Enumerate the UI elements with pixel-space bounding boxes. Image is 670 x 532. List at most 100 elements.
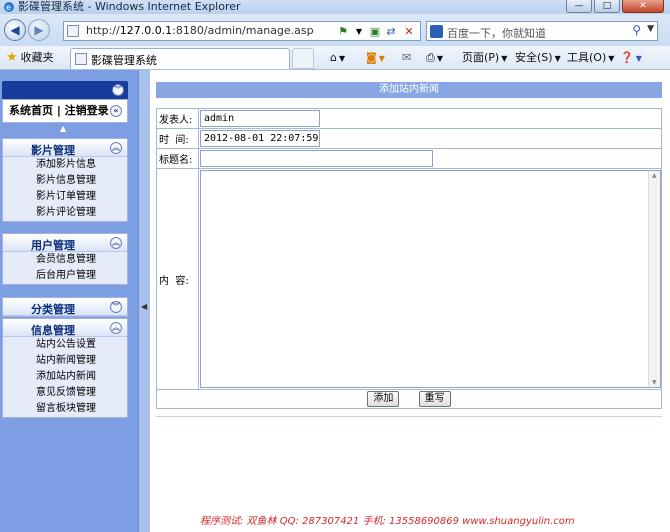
collapse-arrow-icon[interactable]: ◀ xyxy=(141,302,147,311)
form-buttons: 添加 重写 xyxy=(156,389,662,409)
tools-menu-label: 工具(O) xyxy=(567,51,607,64)
sidebar-nav-links[interactable]: 系统首页 | 注销登录 « xyxy=(2,99,128,123)
sidebar-splitter[interactable]: ◀ xyxy=(138,70,150,532)
search-dropdown-icon[interactable]: ▼ xyxy=(647,24,654,34)
menu-item[interactable]: 留言板块管理 xyxy=(3,401,127,417)
chevron-double-up-icon[interactable]: ︽ xyxy=(110,237,122,249)
news-form: 发表人: admin 时 间: 2012-08-01 22:07:59 标题名:… xyxy=(156,108,662,409)
page-menu[interactable]: 页面(P) ▼ xyxy=(462,50,507,67)
minimize-button[interactable]: — xyxy=(566,0,592,13)
menu-group-categories: 分类管理 ︾ xyxy=(2,297,128,317)
menu-item[interactable]: 站内公告设置 xyxy=(3,337,127,353)
menu-item[interactable]: 影片信息管理 xyxy=(3,173,127,189)
footer-credits: 程序测试: 双鱼林 QQ: 287307421 手机: 13558690869 … xyxy=(200,516,575,527)
textarea-scrollbar[interactable]: ▲ ▼ xyxy=(648,171,660,387)
search-icon[interactable]: ⚲ xyxy=(632,23,641,37)
tools-menu[interactable]: 工具(O) ▼ xyxy=(567,50,614,67)
back-button[interactable]: ◀ xyxy=(4,19,26,41)
svg-text:e: e xyxy=(6,3,11,12)
menu-item[interactable]: 后台用户管理 xyxy=(3,268,127,284)
scroll-up-icon[interactable]: ▲ xyxy=(652,172,657,179)
menu-item[interactable]: 会员信息管理 xyxy=(3,252,127,268)
publisher-input[interactable]: admin xyxy=(200,110,320,127)
refresh-icon[interactable]: ⇄ xyxy=(384,25,398,39)
menu-item[interactable]: 影片评论管理 xyxy=(3,205,127,221)
browser-tab[interactable]: 影碟管理系统 xyxy=(70,48,290,69)
maximize-button[interactable]: □ xyxy=(594,0,620,13)
page-content: ︾ 系统首页 | 注销登录 « ▲ 影片管理 ︽ 添加影片信息 影片信息管理 影… xyxy=(0,70,670,532)
chevron-double-up-icon[interactable]: ︽ xyxy=(110,322,122,334)
search-placeholder: 百度一下，你就知道 xyxy=(447,27,546,40)
help-button[interactable]: ❓ ▼ xyxy=(620,50,642,67)
window-titlebar: e 影碟管理系统 - Windows Internet Explorer — □… xyxy=(0,0,670,14)
menu-group-info: 信息管理 ︽ 站内公告设置 站内新闻管理 添加站内新闻 意见反馈管理 留言板块管… xyxy=(2,318,128,418)
publisher-label: 发表人: xyxy=(156,108,199,129)
address-toolbar: ◀ ▶ http://127.0.0.1:8180/admin/manage.a… xyxy=(0,14,670,46)
mail-icon: ✉ xyxy=(402,51,412,64)
address-bar[interactable]: http://127.0.0.1:8180/admin/manage.asp ⚑… xyxy=(63,21,421,41)
menu-item[interactable]: 影片订单管理 xyxy=(3,189,127,205)
search-box[interactable]: 百度一下，你就知道 ⚲ ▼ xyxy=(426,21,658,41)
rss-icon: ◙ xyxy=(366,51,377,64)
window-title: 影碟管理系统 - Windows Internet Explorer xyxy=(18,0,241,13)
group-title: 分类管理 xyxy=(31,303,75,316)
menu-item[interactable]: 意见反馈管理 xyxy=(3,385,127,401)
safety-menu[interactable]: 安全(S) ▼ xyxy=(515,50,561,67)
group-title: 信息管理 xyxy=(31,324,75,337)
page-icon xyxy=(67,25,79,37)
home-icon: ⌂ xyxy=(330,51,337,64)
new-tab-button[interactable] xyxy=(292,48,314,69)
menu-item[interactable]: 添加站内新闻 xyxy=(3,369,127,385)
chevron-double-up-icon[interactable]: ︽ xyxy=(110,142,122,154)
chevron-double-down-icon[interactable]: ︾ xyxy=(110,301,122,313)
print-icon: ⎙ xyxy=(426,51,435,64)
home-button[interactable]: ⌂ ▼ xyxy=(330,50,345,67)
menu-item[interactable]: 添加影片信息 xyxy=(3,157,127,173)
chevron-double-left-icon[interactable]: « xyxy=(110,105,122,117)
close-window-button[interactable]: ✕ xyxy=(622,0,664,13)
help-icon: ❓ xyxy=(620,51,634,64)
group-header[interactable]: 用户管理 ︽ xyxy=(3,234,127,252)
print-button[interactable]: ⎙ ▼ xyxy=(426,50,443,67)
chevron-double-icon[interactable]: ︾ xyxy=(112,84,124,96)
compatibility-icon[interactable]: ▣ xyxy=(368,25,382,39)
forward-button[interactable]: ▶ xyxy=(28,19,50,41)
tab-title: 影碟管理系统 xyxy=(91,54,157,67)
group-header[interactable]: 分类管理 ︾ xyxy=(3,298,127,316)
sidebar: ︾ 系统首页 | 注销登录 « ▲ 影片管理 ︽ 添加影片信息 影片信息管理 影… xyxy=(0,70,138,532)
time-input[interactable]: 2012-08-01 22:07:59 xyxy=(200,130,320,147)
content-textarea[interactable]: ▲ ▼ xyxy=(200,170,661,388)
safety-menu-label: 安全(S) xyxy=(515,51,553,64)
rss-button[interactable]: ◙ ▼ xyxy=(366,50,385,67)
ie-logo-icon: e xyxy=(4,2,14,12)
group-header[interactable]: 影片管理 ︽ xyxy=(3,139,127,157)
window-controls: — □ ✕ xyxy=(566,0,664,14)
menu-group-movies: 影片管理 ︽ 添加影片信息 影片信息管理 影片订单管理 影片评论管理 xyxy=(2,138,128,222)
url-path: :8180/admin/manage.asp xyxy=(172,24,314,37)
subject-label: 标题名: xyxy=(156,148,199,169)
address-url[interactable]: http://127.0.0.1:8180/admin/manage.asp xyxy=(86,24,314,38)
group-header[interactable]: 信息管理 ︽ xyxy=(3,319,127,337)
sidebar-header: ︾ xyxy=(2,81,128,99)
content-label: 内 容: xyxy=(156,168,199,390)
address-dropdown-icon[interactable]: ▼ xyxy=(352,25,366,39)
tab-page-icon xyxy=(75,53,87,65)
form-title: 添加站内新闻 xyxy=(156,82,662,98)
url-host: 127.0.0.1 xyxy=(119,24,173,37)
menu-item[interactable]: 站内新闻管理 xyxy=(3,353,127,369)
scroll-up-icon[interactable]: ▲ xyxy=(60,124,66,133)
news-form-panel: 添加站内新闻 发表人: admin 时 间: 2012-08-01 22:07:… xyxy=(156,82,662,417)
url-prefix: http:// xyxy=(86,24,120,37)
stop-icon[interactable]: ✕ xyxy=(402,25,416,39)
reset-button[interactable]: 重写 xyxy=(418,391,451,407)
add-button[interactable]: 添加 xyxy=(367,391,400,407)
compat-view-icon[interactable]: ⚑ xyxy=(336,25,350,39)
subject-input[interactable] xyxy=(200,150,433,167)
read-mail-button[interactable]: ✉ xyxy=(402,50,411,66)
favorites-button[interactable]: ★ 收藏夹 xyxy=(6,50,54,66)
favorites-label: 收藏夹 xyxy=(20,51,54,64)
home-logout-links[interactable]: 系统首页 | 注销登录 xyxy=(9,104,109,117)
scroll-down-icon[interactable]: ▼ xyxy=(652,379,657,386)
favorites-bar: ★ 收藏夹 影碟管理系统 ⌂ ▼ ◙ ▼ ✉ ⎙ ▼ 页面(P) ▼ 安全(S) ▼ 工具(… xyxy=(0,46,670,70)
group-title: 用户管理 xyxy=(31,239,75,252)
